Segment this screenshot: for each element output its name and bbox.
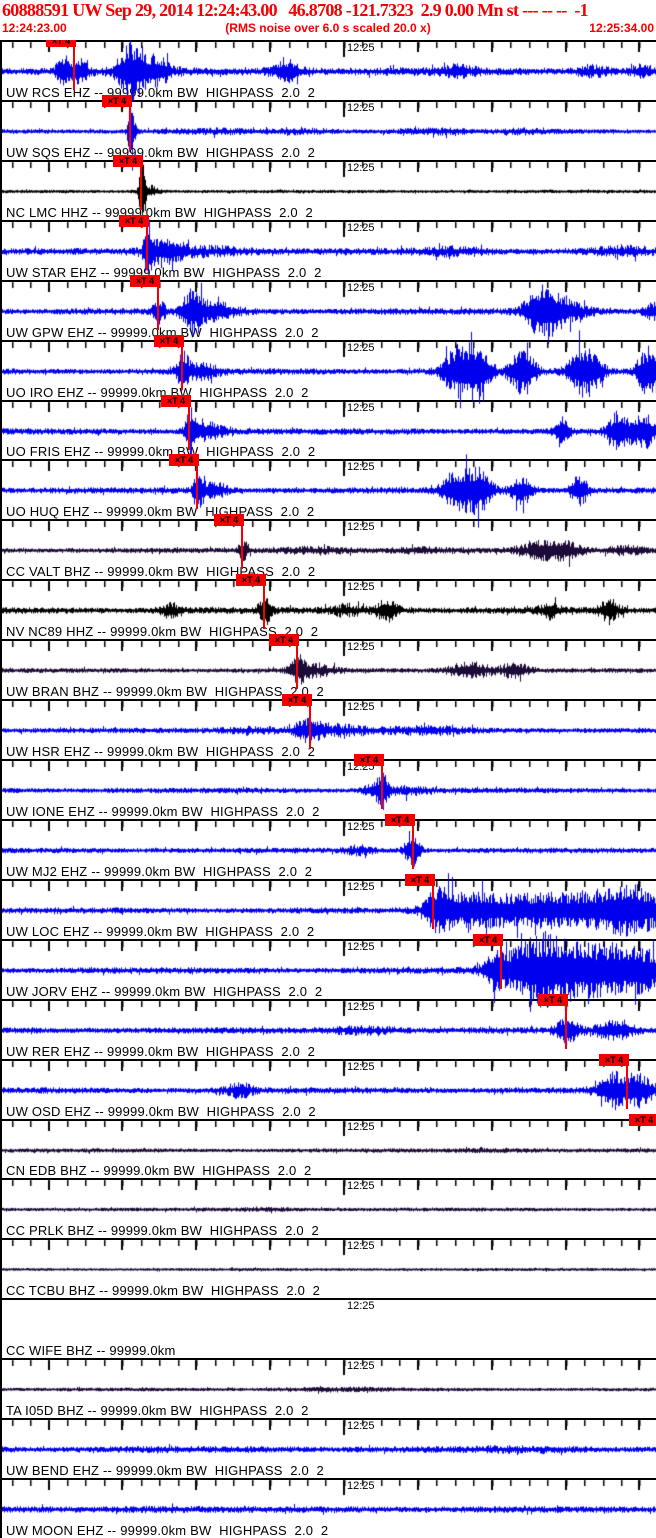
pick-flag[interactable]: ×T 4 [473,933,503,946]
pick-flag-line [157,286,159,330]
pick-flag-line [432,885,434,929]
pick-flag-line [241,526,243,570]
pick-flag[interactable]: ×T 4 [354,754,384,767]
pick-flag-line [140,166,142,210]
pick-flag-line [565,1005,567,1049]
pick-flag[interactable]: ×T 4 [161,394,191,407]
event-header: 60888591 UW Sep 29, 2014 12:24:43.00 46.… [0,0,656,40]
pick-flag-line [129,106,131,150]
pick-flag[interactable]: ×T 4 [405,873,435,886]
pick-flag[interactable]: ×T 4 [113,154,143,167]
pick-flag-line [146,226,148,270]
pick-flag[interactable]: ×T 4 [282,694,312,707]
pick-flag[interactable]: ×T 4 [46,40,76,47]
pick-flag-line [626,1065,628,1109]
pick-flag[interactable]: ×T 4 [130,274,160,287]
seismogram-viewer: 60888591 UW Sep 29, 2014 12:24:43.00 46.… [0,0,656,1538]
pick-flag-line [412,825,414,869]
pick-flag[interactable]: ×T 4 [119,214,149,227]
pick-flag[interactable]: ×T 4 [599,1053,629,1066]
pick-flag-line [73,47,75,90]
pick-flag[interactable]: ×T 4 [629,1113,656,1126]
time-window-bar: 12:24:23.00 (RMS noise over 6.0 s scaled… [0,21,656,38]
trace-panel: 12:25UW RCS EHZ -- 99999.0km BW HIGHPASS… [0,40,656,1538]
pick-flag-line [196,466,198,510]
pick-flag[interactable]: ×T 4 [385,813,415,826]
pick-flag[interactable]: ×T 4 [214,514,244,527]
pick-flag[interactable]: ×T 4 [102,94,132,107]
pick-flag[interactable]: ×T 4 [169,454,199,467]
pick-flag[interactable]: ×T 4 [154,334,184,347]
pick-flag-line [381,766,383,810]
pick-flag[interactable]: ×T 4 [269,634,299,647]
pick-flag-line [188,406,190,450]
pick-flag-line [296,646,298,690]
pick-flag-line [181,346,183,390]
pick-flag-line [309,706,311,750]
rms-scale-note: (RMS noise over 6.0 s scaled 20.0 x) [225,21,431,35]
pick-flag-line [263,586,265,630]
waveform-canvas[interactable] [2,1442,656,1538]
window-end-time: 12:25:34.00 [589,21,654,35]
pick-flag[interactable]: ×T 4 [236,574,266,587]
event-title: 60888591 UW Sep 29, 2014 12:24:43.00 46.… [2,0,589,20]
pick-flag[interactable]: ×T 4 [538,993,568,1006]
pick-flag-line [500,945,502,989]
